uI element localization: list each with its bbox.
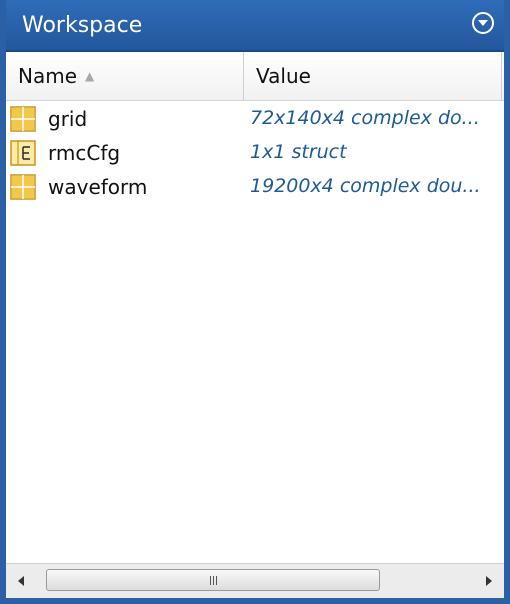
workspace-panel: Workspace Name ▲ Value grid 72x140x4 com… [0,0,510,604]
scroll-right-button[interactable] [480,572,498,590]
matrix-icon [10,174,36,200]
column-header-row: Name ▲ Value [6,52,504,101]
variable-name: waveform [48,175,148,199]
column-header-value[interactable]: Value [244,52,502,100]
variable-name: rmcCfg [48,141,121,165]
caret-left-icon [18,576,24,586]
variable-row-waveform[interactable]: waveform 19200x4 complex dou... [6,170,504,204]
scroll-left-button[interactable] [12,572,30,590]
horizontal-scrollbar[interactable] [6,563,504,598]
variable-name: grid [48,107,88,131]
column-header-name-label: Name [18,64,78,88]
variable-value: 19200x4 complex dou... [250,175,481,197]
chevron-down-icon [478,20,488,26]
scrollbar-thumb[interactable] [46,569,380,591]
panel-actions-button[interactable] [472,12,494,34]
variable-row-rmccfg[interactable]: rmcCfg 1x1 struct [6,136,504,170]
caret-right-icon [486,576,492,586]
variable-row-grid[interactable]: grid 72x140x4 complex do... [6,102,504,136]
grip-icon [209,575,217,585]
panel-titlebar: Workspace [6,0,504,52]
variable-value: 72x140x4 complex do... [250,107,480,129]
sort-ascending-icon: ▲ [85,69,95,83]
column-header-name[interactable]: Name ▲ [6,52,244,100]
column-header-value-label: Value [256,64,311,88]
matrix-icon [10,106,36,132]
variable-list: grid 72x140x4 complex do... rmcCfg 1x1 s… [6,102,504,204]
panel-title: Workspace [22,13,143,38]
struct-icon [10,140,36,166]
variable-value: 1x1 struct [250,141,347,163]
